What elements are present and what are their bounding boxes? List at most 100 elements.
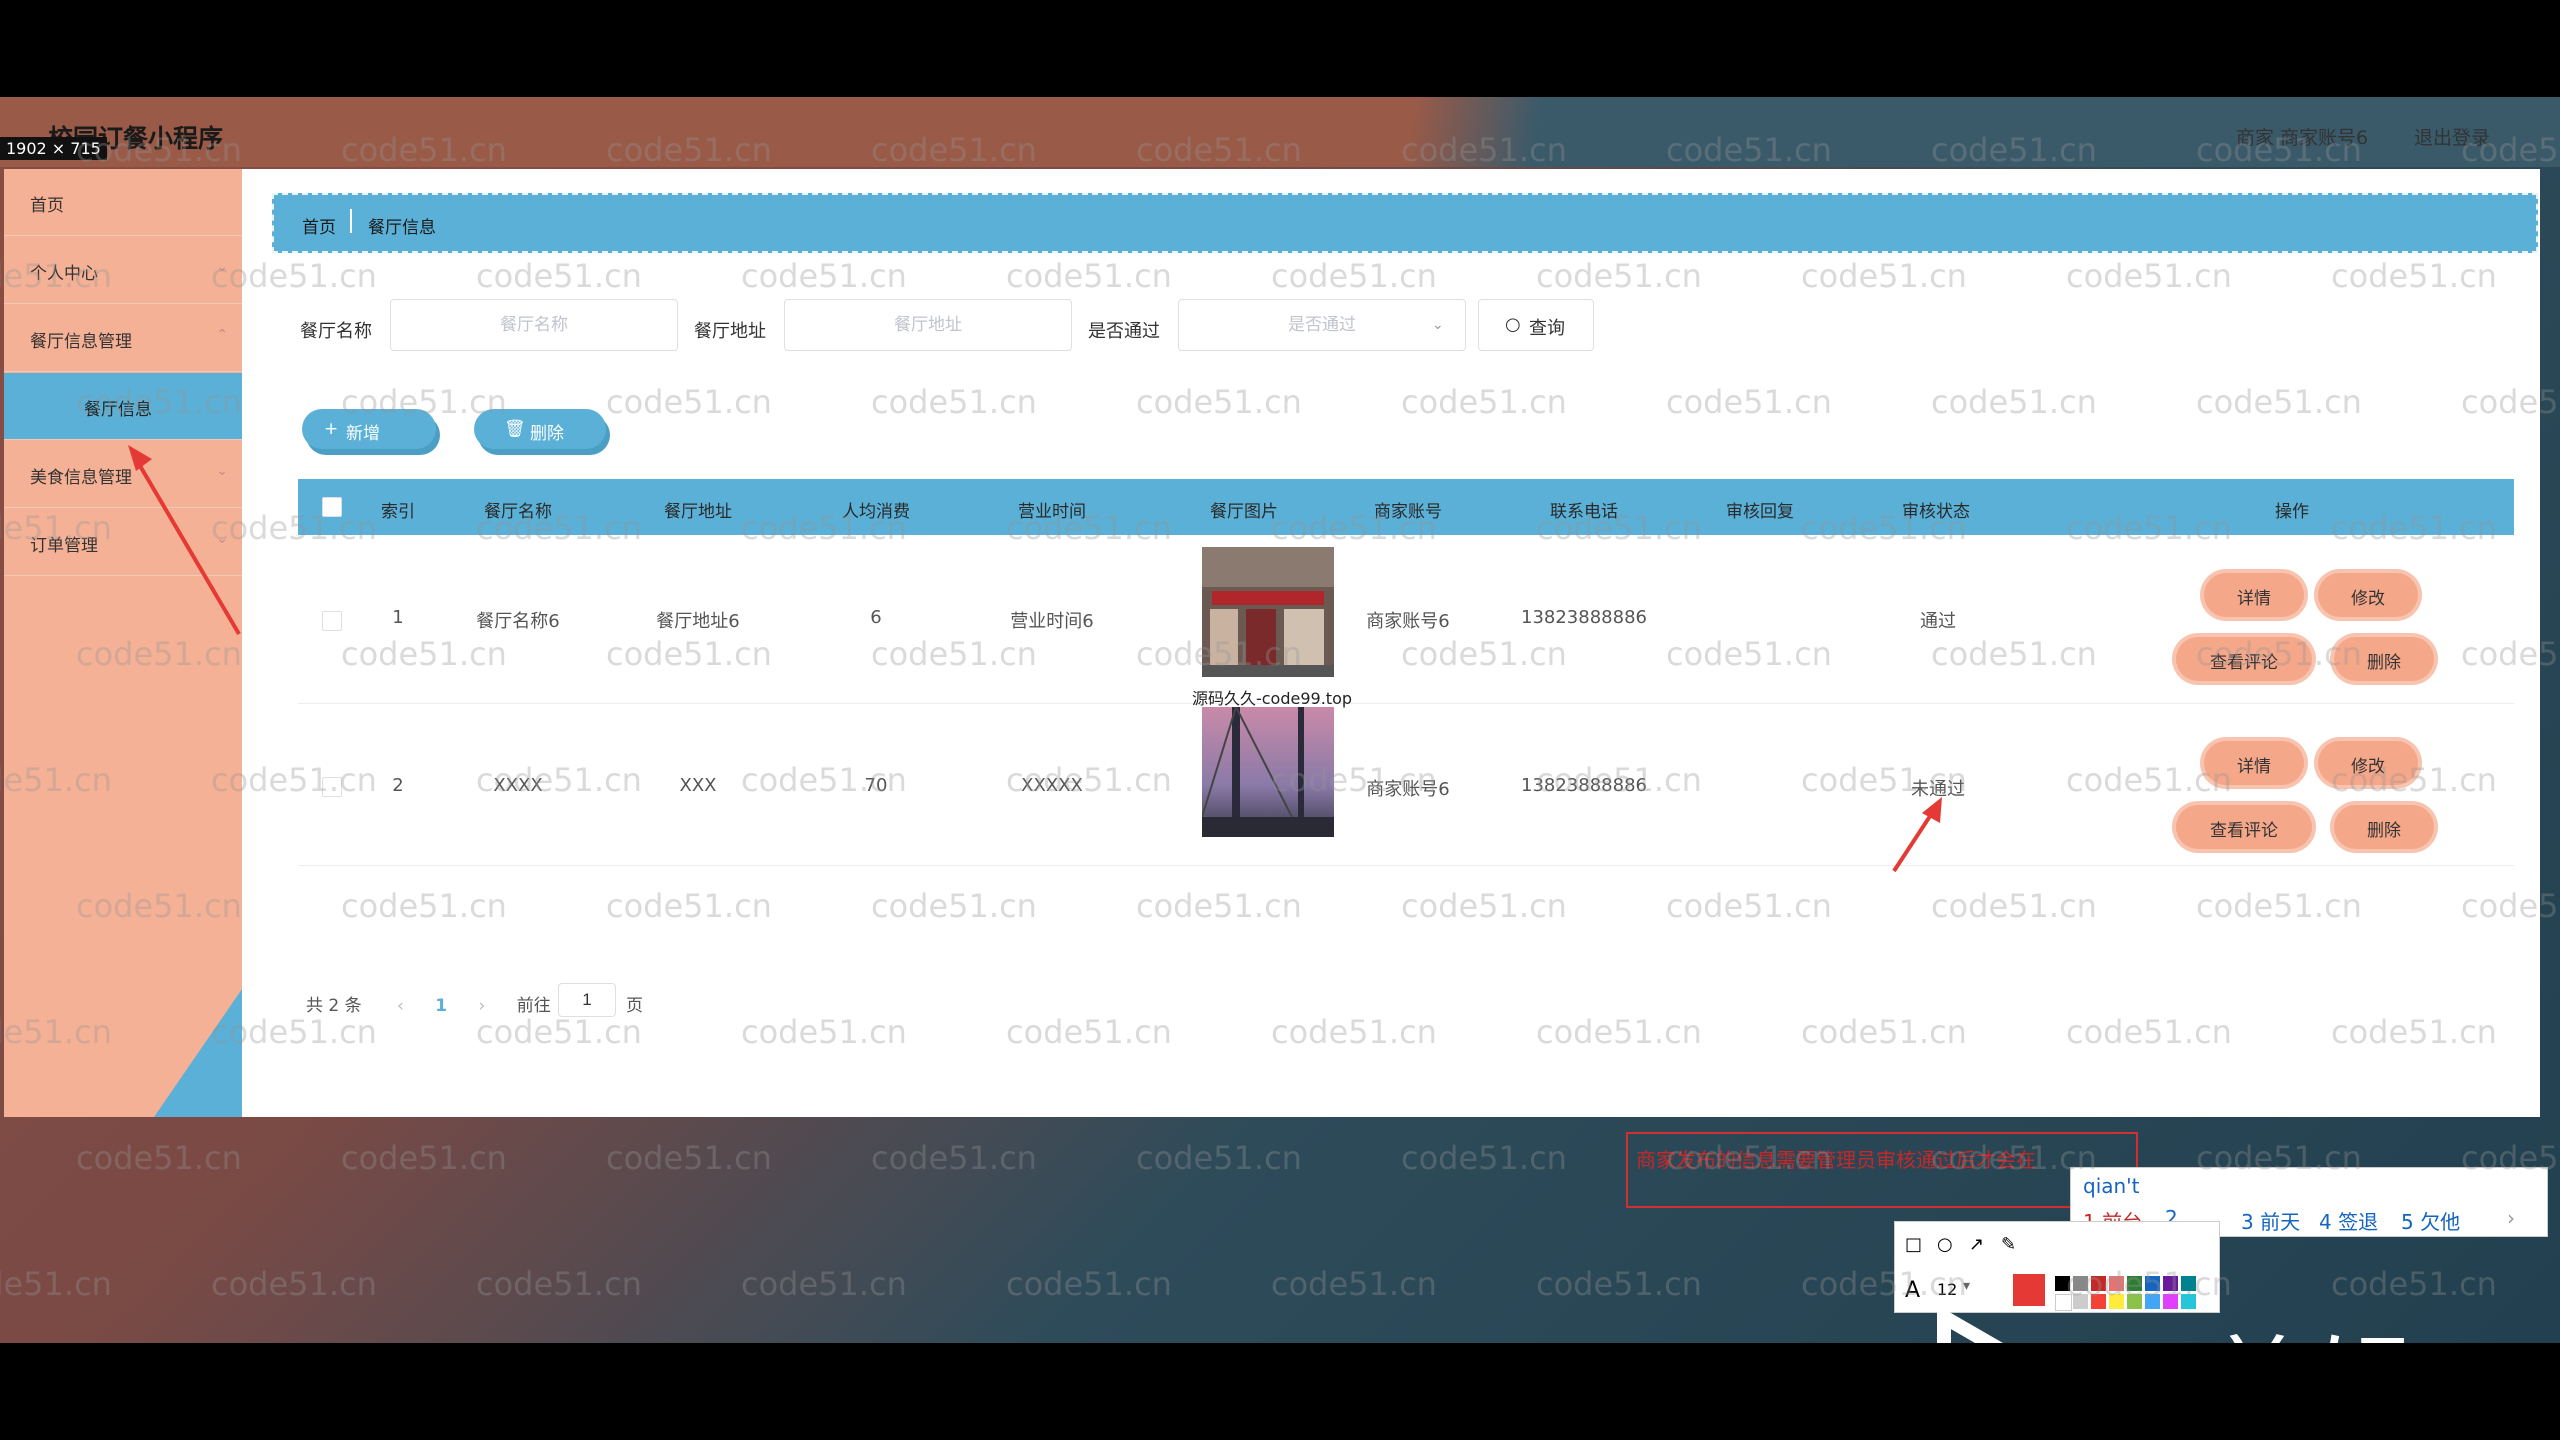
column-header: 审核回复: [1726, 502, 1794, 522]
detail-button[interactable]: 详情: [2204, 573, 2304, 617]
ime-candidate[interactable]: 4 签退: [2319, 1206, 2378, 1235]
table-row: 2 XXXX XXX 70 XXXXX 商家账号6 13823888886 未通…: [298, 705, 2514, 873]
color-swatch[interactable]: [2073, 1276, 2088, 1291]
sidebar-item-label: 首页: [30, 196, 64, 216]
sidebar-item-restaurant-info[interactable]: 餐厅信息: [4, 373, 242, 440]
font-size-select[interactable]: 12: [1937, 1280, 1957, 1299]
row-checkbox[interactable]: [322, 611, 342, 631]
plus-icon: +: [324, 419, 339, 439]
query-button[interactable]: ○ 查询: [1478, 299, 1594, 351]
restaurant-name-input[interactable]: [390, 299, 678, 351]
ev-watermark: eV剪辑: [2066, 1301, 2417, 1343]
breadcrumb: 首页 餐厅信息: [272, 193, 2538, 253]
ellipse-tool-icon[interactable]: ○: [1937, 1234, 1953, 1255]
cell-hours: 营业时间6: [1010, 611, 1094, 632]
column-header: 人均消费: [842, 502, 910, 522]
color-swatch[interactable]: [2163, 1276, 2178, 1291]
pen-tool-icon[interactable]: ✎: [2001, 1234, 2016, 1255]
rectangle-tool-icon[interactable]: □: [1905, 1234, 1922, 1255]
watermark-text: code51.cn: [341, 1139, 507, 1177]
view-comments-button[interactable]: 查看评论: [2176, 805, 2312, 849]
chevron-up-icon: ⌃: [216, 327, 228, 343]
chevron-right-icon[interactable]: ›: [2507, 1206, 2515, 1230]
row-checkbox[interactable]: [322, 777, 342, 797]
sidebar-item-home[interactable]: 首页: [4, 169, 242, 236]
delete-button[interactable]: 删除: [2334, 805, 2434, 849]
arrow-tool-icon[interactable]: ↗: [1969, 1234, 1984, 1255]
red-arrow-annotation: [1892, 797, 1942, 873]
chevron-down-icon: ▾: [1963, 1278, 1971, 1294]
color-swatch[interactable]: [2181, 1276, 2196, 1291]
restaurant-image: [1202, 707, 1334, 837]
breadcrumb-home[interactable]: 首页: [302, 213, 336, 238]
column-header: 操作: [2275, 502, 2309, 522]
cell-name: XXXX: [493, 775, 543, 796]
color-swatch[interactable]: [2127, 1276, 2142, 1291]
column-header: 索引: [381, 502, 415, 522]
color-swatch[interactable]: [2145, 1276, 2160, 1291]
select-all-checkbox[interactable]: [322, 497, 342, 517]
watermark-text: code51.cn: [76, 1139, 242, 1177]
restaurant-address-input[interactable]: [784, 299, 1072, 351]
ime-candidate[interactable]: 3 前天: [2241, 1206, 2300, 1235]
filter-approved-label: 是否通过: [1088, 321, 1160, 342]
add-button[interactable]: 新增 +: [302, 409, 436, 449]
chevron-down-icon: ⌄: [216, 259, 228, 275]
pagination: 共 2 条 ‹ 1 › 前往: [306, 991, 551, 1016]
annotation-text: 商家发布的信息需要管理员审核通过后才会在: [1636, 1148, 2036, 1172]
color-swatch[interactable]: [2055, 1276, 2070, 1291]
table-row: 1 餐厅名称6 餐厅地址6 6 营业时间6 源码久久-code99.top 商家…: [298, 535, 2514, 708]
edit-button[interactable]: 修改: [2318, 741, 2418, 785]
watermark-text: code51.cn: [0, 1265, 112, 1303]
cell-merchant: 商家账号6: [1366, 779, 1450, 800]
filter-name-label: 餐厅名称: [300, 321, 372, 342]
restaurant-image: [1202, 547, 1334, 677]
cell-merchant: 商家账号6: [1366, 611, 1450, 632]
batch-delete-button[interactable]: 🗑 删除: [474, 409, 606, 449]
filter-address-label: 餐厅地址: [694, 321, 766, 342]
cell-phone: 13823888886: [1521, 607, 1647, 628]
cell-avg-cost: 70: [864, 775, 888, 796]
app-viewport: 首页 个人中心 ⌄ 餐厅信息管理 ⌃ 餐厅信息 美食信息管理 ⌄ 订单管理 ⌄: [4, 169, 2540, 1117]
red-arrow-annotation: [128, 445, 241, 636]
watermark-text: code51.cn: [1401, 1139, 1567, 1177]
current-color-swatch[interactable]: [2013, 1274, 2045, 1306]
goto-label: 前往: [516, 996, 551, 1016]
resolution-badge: 1902 × 715: [0, 137, 107, 160]
bridge-image: [1202, 707, 1334, 837]
sidebar-item-profile[interactable]: 个人中心 ⌄: [4, 237, 242, 304]
column-header: 餐厅图片: [1210, 502, 1278, 522]
sidebar-item-label: 餐厅信息管理: [30, 332, 132, 352]
approved-select[interactable]: [1178, 299, 1466, 351]
delete-button[interactable]: 删除: [2334, 637, 2434, 681]
ime-candidate[interactable]: 5 欠他: [2401, 1206, 2460, 1235]
edit-button[interactable]: 修改: [2318, 573, 2418, 617]
breadcrumb-current: 餐厅信息: [368, 218, 436, 238]
column-header: 商家账号: [1374, 502, 1442, 522]
color-swatch[interactable]: [2109, 1276, 2124, 1291]
trash-icon: 🗑: [504, 419, 526, 439]
color-swatch[interactable]: [2091, 1276, 2106, 1291]
logout-link[interactable]: 退出登录: [2414, 123, 2490, 150]
view-comments-button[interactable]: 查看评论: [2176, 637, 2312, 681]
ime-typed-text: qian't: [2083, 1174, 2140, 1198]
storefront-image: [1202, 547, 1334, 677]
batch-delete-label: 删除: [530, 424, 564, 444]
goto-page-input[interactable]: [558, 983, 616, 1017]
cell-index: 2: [392, 775, 404, 796]
annotation-textbox[interactable]: 商家发布的信息需要管理员审核通过后才会在: [1626, 1132, 2138, 1208]
detail-button[interactable]: 详情: [2204, 741, 2304, 785]
page-suffix: 页: [626, 996, 643, 1016]
column-header: 营业时间: [1018, 502, 1086, 522]
cell-phone: 13823888886: [1521, 775, 1647, 796]
cell-avg-cost: 6: [870, 607, 882, 628]
sidebar-item-restaurant-management[interactable]: 餐厅信息管理 ⌃: [4, 305, 242, 372]
column-header: 餐厅名称: [484, 502, 552, 522]
next-page-icon[interactable]: ›: [479, 996, 486, 1016]
cell-name: 餐厅名称6: [476, 611, 560, 632]
ev-play-logo: [1937, 1307, 2003, 1343]
page-number[interactable]: 1: [435, 996, 447, 1016]
watermark-text: code51.cn: [476, 1265, 642, 1303]
text-tool-icon[interactable]: A: [1905, 1278, 1920, 1303]
prev-page-icon[interactable]: ‹: [397, 996, 404, 1016]
